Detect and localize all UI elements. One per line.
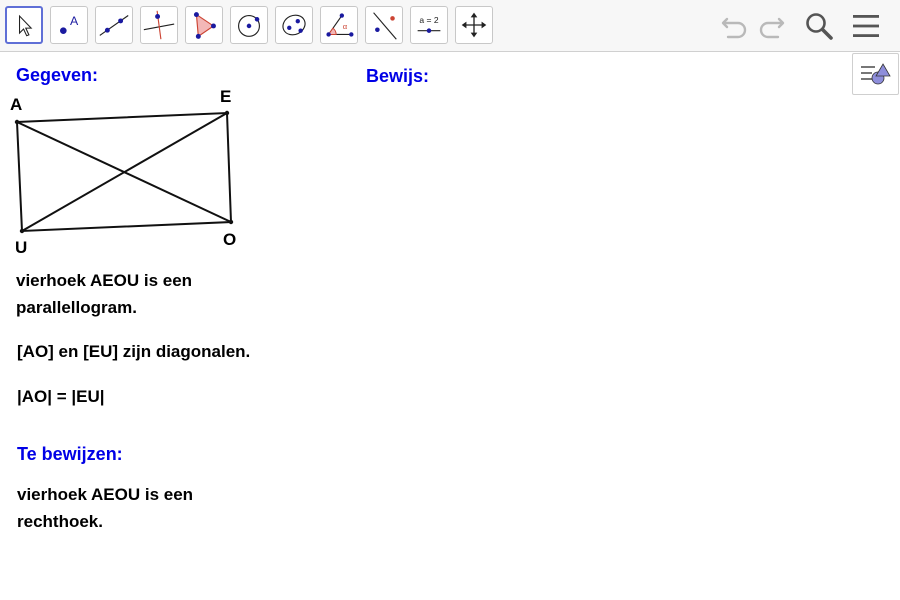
style-bar-toggle-button[interactable] xyxy=(852,53,899,95)
angle-icon: α xyxy=(326,13,354,37)
given-statement-2: [AO] en [EU] zijn diagonalen. xyxy=(17,342,251,361)
vertex-o-label: O xyxy=(223,230,236,249)
undo-button[interactable] xyxy=(718,9,752,43)
undo-icon xyxy=(721,17,747,39)
angle-tool-glyph: α xyxy=(343,22,348,31)
to-prove-heading: Te bewijzen: xyxy=(17,444,123,464)
given-statement-1-line-1: vierhoek AEOU is een xyxy=(16,271,193,290)
angle-tool[interactable]: α xyxy=(320,6,358,44)
reflect-tool[interactable] xyxy=(365,6,403,44)
vertex-u-point[interactable] xyxy=(19,228,25,234)
move-view-tool[interactable] xyxy=(455,6,493,44)
given-statement-1: vierhoek AEOU is een parallellogram. xyxy=(16,267,192,321)
ellipse-icon xyxy=(282,14,306,36)
slider-tool[interactable]: a = 2 xyxy=(410,6,448,44)
reflect-line-icon xyxy=(373,12,397,40)
vertex-e-label: E xyxy=(220,87,231,106)
style-bar-toggle-icon xyxy=(861,63,891,85)
ellipse-tool[interactable] xyxy=(275,6,313,44)
diagonal-eu xyxy=(21,112,228,232)
menu-button[interactable] xyxy=(849,9,883,43)
slider-icon: a = 2 xyxy=(417,15,441,33)
hamburger-menu-icon xyxy=(853,15,879,37)
redo-icon xyxy=(759,17,785,39)
proof-heading: Bewijs: xyxy=(366,66,430,86)
given-statement-1-line-2: parallellogram. xyxy=(16,298,137,317)
vertex-e-point[interactable] xyxy=(224,110,230,116)
parallelogram-figure: A E O U xyxy=(10,87,236,257)
redo-button[interactable] xyxy=(754,9,788,43)
search-icon xyxy=(806,13,833,40)
to-prove-statement: vierhoek AEOU is een rechthoek. xyxy=(17,481,193,535)
vertex-u-label: U xyxy=(15,238,27,257)
search-button[interactable] xyxy=(802,9,836,43)
vertex-o-point[interactable] xyxy=(228,219,234,225)
to-prove-line-2: rechthoek. xyxy=(17,512,103,531)
slider-tool-glyph: a = 2 xyxy=(419,15,438,25)
vertex-a-label: A xyxy=(10,95,22,114)
move-arrows-icon xyxy=(461,12,487,38)
vertex-a-point[interactable] xyxy=(14,119,20,125)
given-statement-3: |AO| = |EU| xyxy=(17,387,105,406)
to-prove-line-1: vierhoek AEOU is een xyxy=(17,485,194,504)
